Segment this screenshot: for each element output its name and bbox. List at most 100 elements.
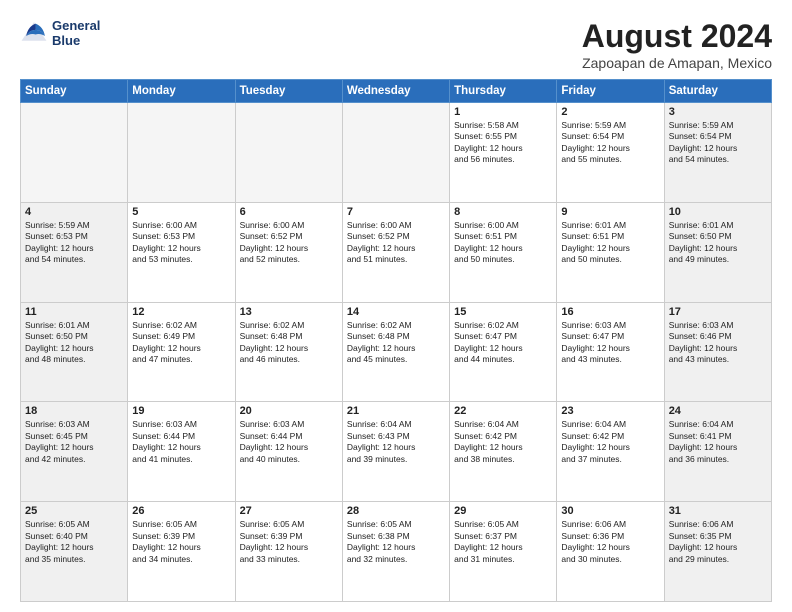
day-number: 31 bbox=[669, 505, 767, 517]
day-number: 22 bbox=[454, 405, 552, 417]
calendar-cell: 24 Sunrise: 6:04 AM Sunset: 6:41 PM Dayli… bbox=[664, 402, 771, 502]
day-number: 26 bbox=[132, 505, 230, 517]
day-number: 27 bbox=[240, 505, 338, 517]
calendar-cell bbox=[128, 103, 235, 203]
calendar-header-saturday: Saturday bbox=[664, 80, 771, 103]
calendar-cell: 2 Sunrise: 5:59 AM Sunset: 6:54 PM Daylig… bbox=[557, 103, 664, 203]
day-info: Sunrise: 6:03 AM Sunset: 6:45 PM Dayligh… bbox=[25, 419, 123, 465]
day-number: 12 bbox=[132, 306, 230, 318]
calendar-cell: 17 Sunrise: 6:03 AM Sunset: 6:46 PM Dayli… bbox=[664, 302, 771, 402]
day-info: Sunrise: 6:04 AM Sunset: 6:42 PM Dayligh… bbox=[454, 419, 552, 465]
logo: General Blue bbox=[20, 18, 100, 48]
calendar-cell: 30 Sunrise: 6:06 AM Sunset: 6:36 PM Dayli… bbox=[557, 502, 664, 602]
day-number: 25 bbox=[25, 505, 123, 517]
day-info: Sunrise: 6:00 AM Sunset: 6:52 PM Dayligh… bbox=[347, 220, 445, 266]
day-info: Sunrise: 6:02 AM Sunset: 6:48 PM Dayligh… bbox=[347, 320, 445, 366]
day-info: Sunrise: 6:06 AM Sunset: 6:35 PM Dayligh… bbox=[669, 519, 767, 565]
day-info: Sunrise: 6:00 AM Sunset: 6:53 PM Dayligh… bbox=[132, 220, 230, 266]
calendar-cell: 16Sunrise: 6:03 AM Sunset: 6:47 PM Dayli… bbox=[557, 302, 664, 402]
day-number: 30 bbox=[561, 505, 659, 517]
day-info: Sunrise: 6:02 AM Sunset: 6:48 PM Dayligh… bbox=[240, 320, 338, 366]
calendar-week-1: 1 Sunrise: 5:58 AM Sunset: 6:55 PM Daylig… bbox=[21, 103, 772, 203]
day-info: Sunrise: 6:04 AM Sunset: 6:42 PM Dayligh… bbox=[561, 419, 659, 465]
calendar-cell: 10 Sunrise: 6:01 AM Sunset: 6:50 PM Dayli… bbox=[664, 202, 771, 302]
logo-text: General Blue bbox=[52, 18, 100, 48]
calendar-header-wednesday: Wednesday bbox=[342, 80, 449, 103]
calendar-cell: 29Sunrise: 6:05 AM Sunset: 6:37 PM Dayli… bbox=[450, 502, 557, 602]
calendar-cell: 20Sunrise: 6:03 AM Sunset: 6:44 PM Dayli… bbox=[235, 402, 342, 502]
day-number: 20 bbox=[240, 405, 338, 417]
day-info: Sunrise: 5:59 AM Sunset: 6:53 PM Dayligh… bbox=[25, 220, 123, 266]
calendar-cell: 23Sunrise: 6:04 AM Sunset: 6:42 PM Dayli… bbox=[557, 402, 664, 502]
day-info: Sunrise: 6:02 AM Sunset: 6:49 PM Dayligh… bbox=[132, 320, 230, 366]
title-block: August 2024 Zapoapan de Amapan, Mexico bbox=[582, 18, 772, 71]
day-number: 28 bbox=[347, 505, 445, 517]
day-number: 3 bbox=[669, 106, 767, 118]
calendar-header-row: SundayMondayTuesdayWednesdayThursdayFrid… bbox=[21, 80, 772, 103]
day-info: Sunrise: 6:01 AM Sunset: 6:51 PM Dayligh… bbox=[561, 220, 659, 266]
day-info: Sunrise: 6:04 AM Sunset: 6:41 PM Dayligh… bbox=[669, 419, 767, 465]
logo-icon bbox=[20, 19, 48, 47]
day-number: 19 bbox=[132, 405, 230, 417]
calendar-cell bbox=[342, 103, 449, 203]
calendar-header-monday: Monday bbox=[128, 80, 235, 103]
day-info: Sunrise: 6:00 AM Sunset: 6:51 PM Dayligh… bbox=[454, 220, 552, 266]
day-info: Sunrise: 6:05 AM Sunset: 6:37 PM Dayligh… bbox=[454, 519, 552, 565]
day-info: Sunrise: 6:03 AM Sunset: 6:47 PM Dayligh… bbox=[561, 320, 659, 366]
day-info: Sunrise: 6:03 AM Sunset: 6:44 PM Dayligh… bbox=[132, 419, 230, 465]
day-number: 14 bbox=[347, 306, 445, 318]
calendar-header-sunday: Sunday bbox=[21, 80, 128, 103]
day-number: 5 bbox=[132, 206, 230, 218]
calendar-cell: 6Sunrise: 6:00 AM Sunset: 6:52 PM Daylig… bbox=[235, 202, 342, 302]
calendar-cell: 21 Sunrise: 6:04 AM Sunset: 6:43 PM Dayli… bbox=[342, 402, 449, 502]
day-info: Sunrise: 6:06 AM Sunset: 6:36 PM Dayligh… bbox=[561, 519, 659, 565]
calendar-cell: 5 Sunrise: 6:00 AM Sunset: 6:53 PM Daylig… bbox=[128, 202, 235, 302]
calendar-cell: 27 Sunrise: 6:05 AM Sunset: 6:39 PM Dayli… bbox=[235, 502, 342, 602]
day-number: 10 bbox=[669, 206, 767, 218]
calendar-table: SundayMondayTuesdayWednesdayThursdayFrid… bbox=[20, 79, 772, 602]
day-info: Sunrise: 6:05 AM Sunset: 6:39 PM Dayligh… bbox=[132, 519, 230, 565]
header: General Blue August 2024 Zapoapan de Ama… bbox=[20, 18, 772, 71]
day-info: Sunrise: 6:02 AM Sunset: 6:47 PM Dayligh… bbox=[454, 320, 552, 366]
day-info: Sunrise: 6:05 AM Sunset: 6:40 PM Dayligh… bbox=[25, 519, 123, 565]
calendar-header-tuesday: Tuesday bbox=[235, 80, 342, 103]
day-info: Sunrise: 6:01 AM Sunset: 6:50 PM Dayligh… bbox=[669, 220, 767, 266]
day-number: 24 bbox=[669, 405, 767, 417]
day-number: 2 bbox=[561, 106, 659, 118]
calendar-week-4: 18Sunrise: 6:03 AM Sunset: 6:45 PM Dayli… bbox=[21, 402, 772, 502]
calendar-week-2: 4Sunrise: 5:59 AM Sunset: 6:53 PM Daylig… bbox=[21, 202, 772, 302]
calendar-cell: 22 Sunrise: 6:04 AM Sunset: 6:42 PM Dayli… bbox=[450, 402, 557, 502]
calendar-cell: 13 Sunrise: 6:02 AM Sunset: 6:48 PM Dayli… bbox=[235, 302, 342, 402]
day-info: Sunrise: 6:04 AM Sunset: 6:43 PM Dayligh… bbox=[347, 419, 445, 465]
day-info: Sunrise: 5:58 AM Sunset: 6:55 PM Dayligh… bbox=[454, 120, 552, 166]
day-info: Sunrise: 6:03 AM Sunset: 6:46 PM Dayligh… bbox=[669, 320, 767, 366]
calendar-cell: 19 Sunrise: 6:03 AM Sunset: 6:44 PM Dayli… bbox=[128, 402, 235, 502]
calendar-week-3: 11Sunrise: 6:01 AM Sunset: 6:50 PM Dayli… bbox=[21, 302, 772, 402]
day-info: Sunrise: 6:05 AM Sunset: 6:39 PM Dayligh… bbox=[240, 519, 338, 565]
calendar-cell: 18Sunrise: 6:03 AM Sunset: 6:45 PM Dayli… bbox=[21, 402, 128, 502]
calendar-cell: 9Sunrise: 6:01 AM Sunset: 6:51 PM Daylig… bbox=[557, 202, 664, 302]
calendar-cell: 12 Sunrise: 6:02 AM Sunset: 6:49 PM Dayli… bbox=[128, 302, 235, 402]
day-number: 8 bbox=[454, 206, 552, 218]
calendar-cell: 31 Sunrise: 6:06 AM Sunset: 6:35 PM Dayli… bbox=[664, 502, 771, 602]
calendar-cell: 1 Sunrise: 5:58 AM Sunset: 6:55 PM Daylig… bbox=[450, 103, 557, 203]
calendar-cell: 25 Sunrise: 6:05 AM Sunset: 6:40 PM Dayli… bbox=[21, 502, 128, 602]
day-number: 21 bbox=[347, 405, 445, 417]
day-info: Sunrise: 6:01 AM Sunset: 6:50 PM Dayligh… bbox=[25, 320, 123, 366]
calendar-cell: 26 Sunrise: 6:05 AM Sunset: 6:39 PM Dayli… bbox=[128, 502, 235, 602]
calendar-cell: 14 Sunrise: 6:02 AM Sunset: 6:48 PM Dayli… bbox=[342, 302, 449, 402]
day-number: 13 bbox=[240, 306, 338, 318]
calendar-cell bbox=[21, 103, 128, 203]
calendar-cell: 3Sunrise: 5:59 AM Sunset: 6:54 PM Daylig… bbox=[664, 103, 771, 203]
day-number: 17 bbox=[669, 306, 767, 318]
calendar-header-friday: Friday bbox=[557, 80, 664, 103]
day-number: 1 bbox=[454, 106, 552, 118]
day-number: 7 bbox=[347, 206, 445, 218]
day-info: Sunrise: 6:05 AM Sunset: 6:38 PM Dayligh… bbox=[347, 519, 445, 565]
day-info: Sunrise: 5:59 AM Sunset: 6:54 PM Dayligh… bbox=[561, 120, 659, 166]
subtitle: Zapoapan de Amapan, Mexico bbox=[582, 55, 772, 71]
calendar-cell: 7 Sunrise: 6:00 AM Sunset: 6:52 PM Daylig… bbox=[342, 202, 449, 302]
day-info: Sunrise: 6:00 AM Sunset: 6:52 PM Dayligh… bbox=[240, 220, 338, 266]
day-number: 15 bbox=[454, 306, 552, 318]
calendar-cell: 8 Sunrise: 6:00 AM Sunset: 6:51 PM Daylig… bbox=[450, 202, 557, 302]
